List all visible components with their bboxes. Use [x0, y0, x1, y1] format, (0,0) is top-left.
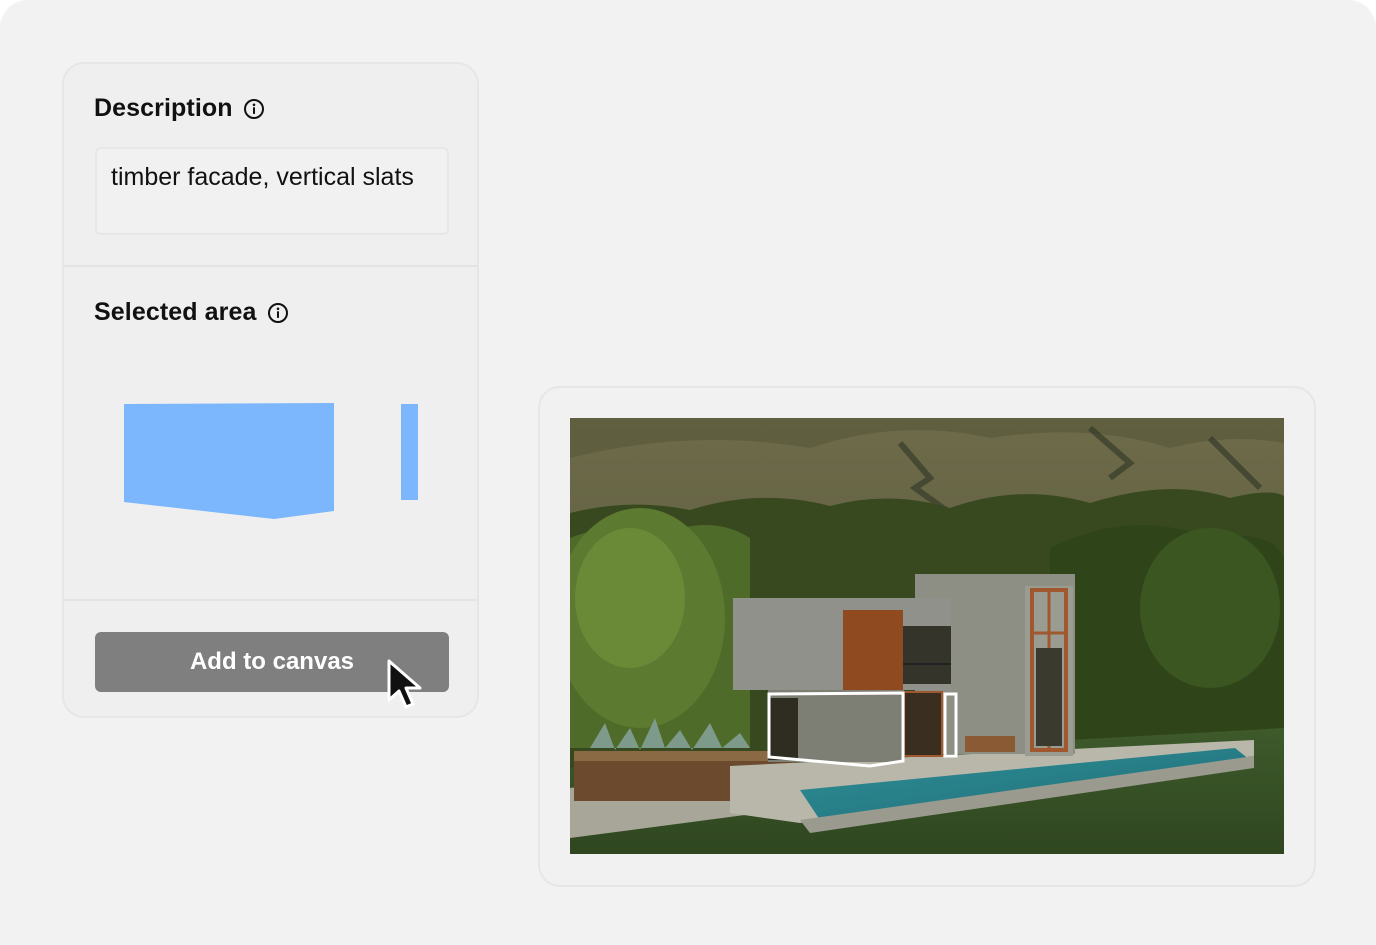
app-canvas: Description timber facade, vertical slat…	[0, 0, 1376, 945]
section-divider	[64, 599, 477, 601]
selected-area-mask-side	[401, 404, 418, 500]
pointer-cursor-icon	[387, 659, 422, 709]
selected-area-preview	[124, 403, 418, 519]
house-render-image[interactable]	[570, 418, 1284, 854]
properties-panel: Description timber facade, vertical slat…	[62, 62, 479, 718]
selected-area-mask-main	[124, 403, 334, 519]
